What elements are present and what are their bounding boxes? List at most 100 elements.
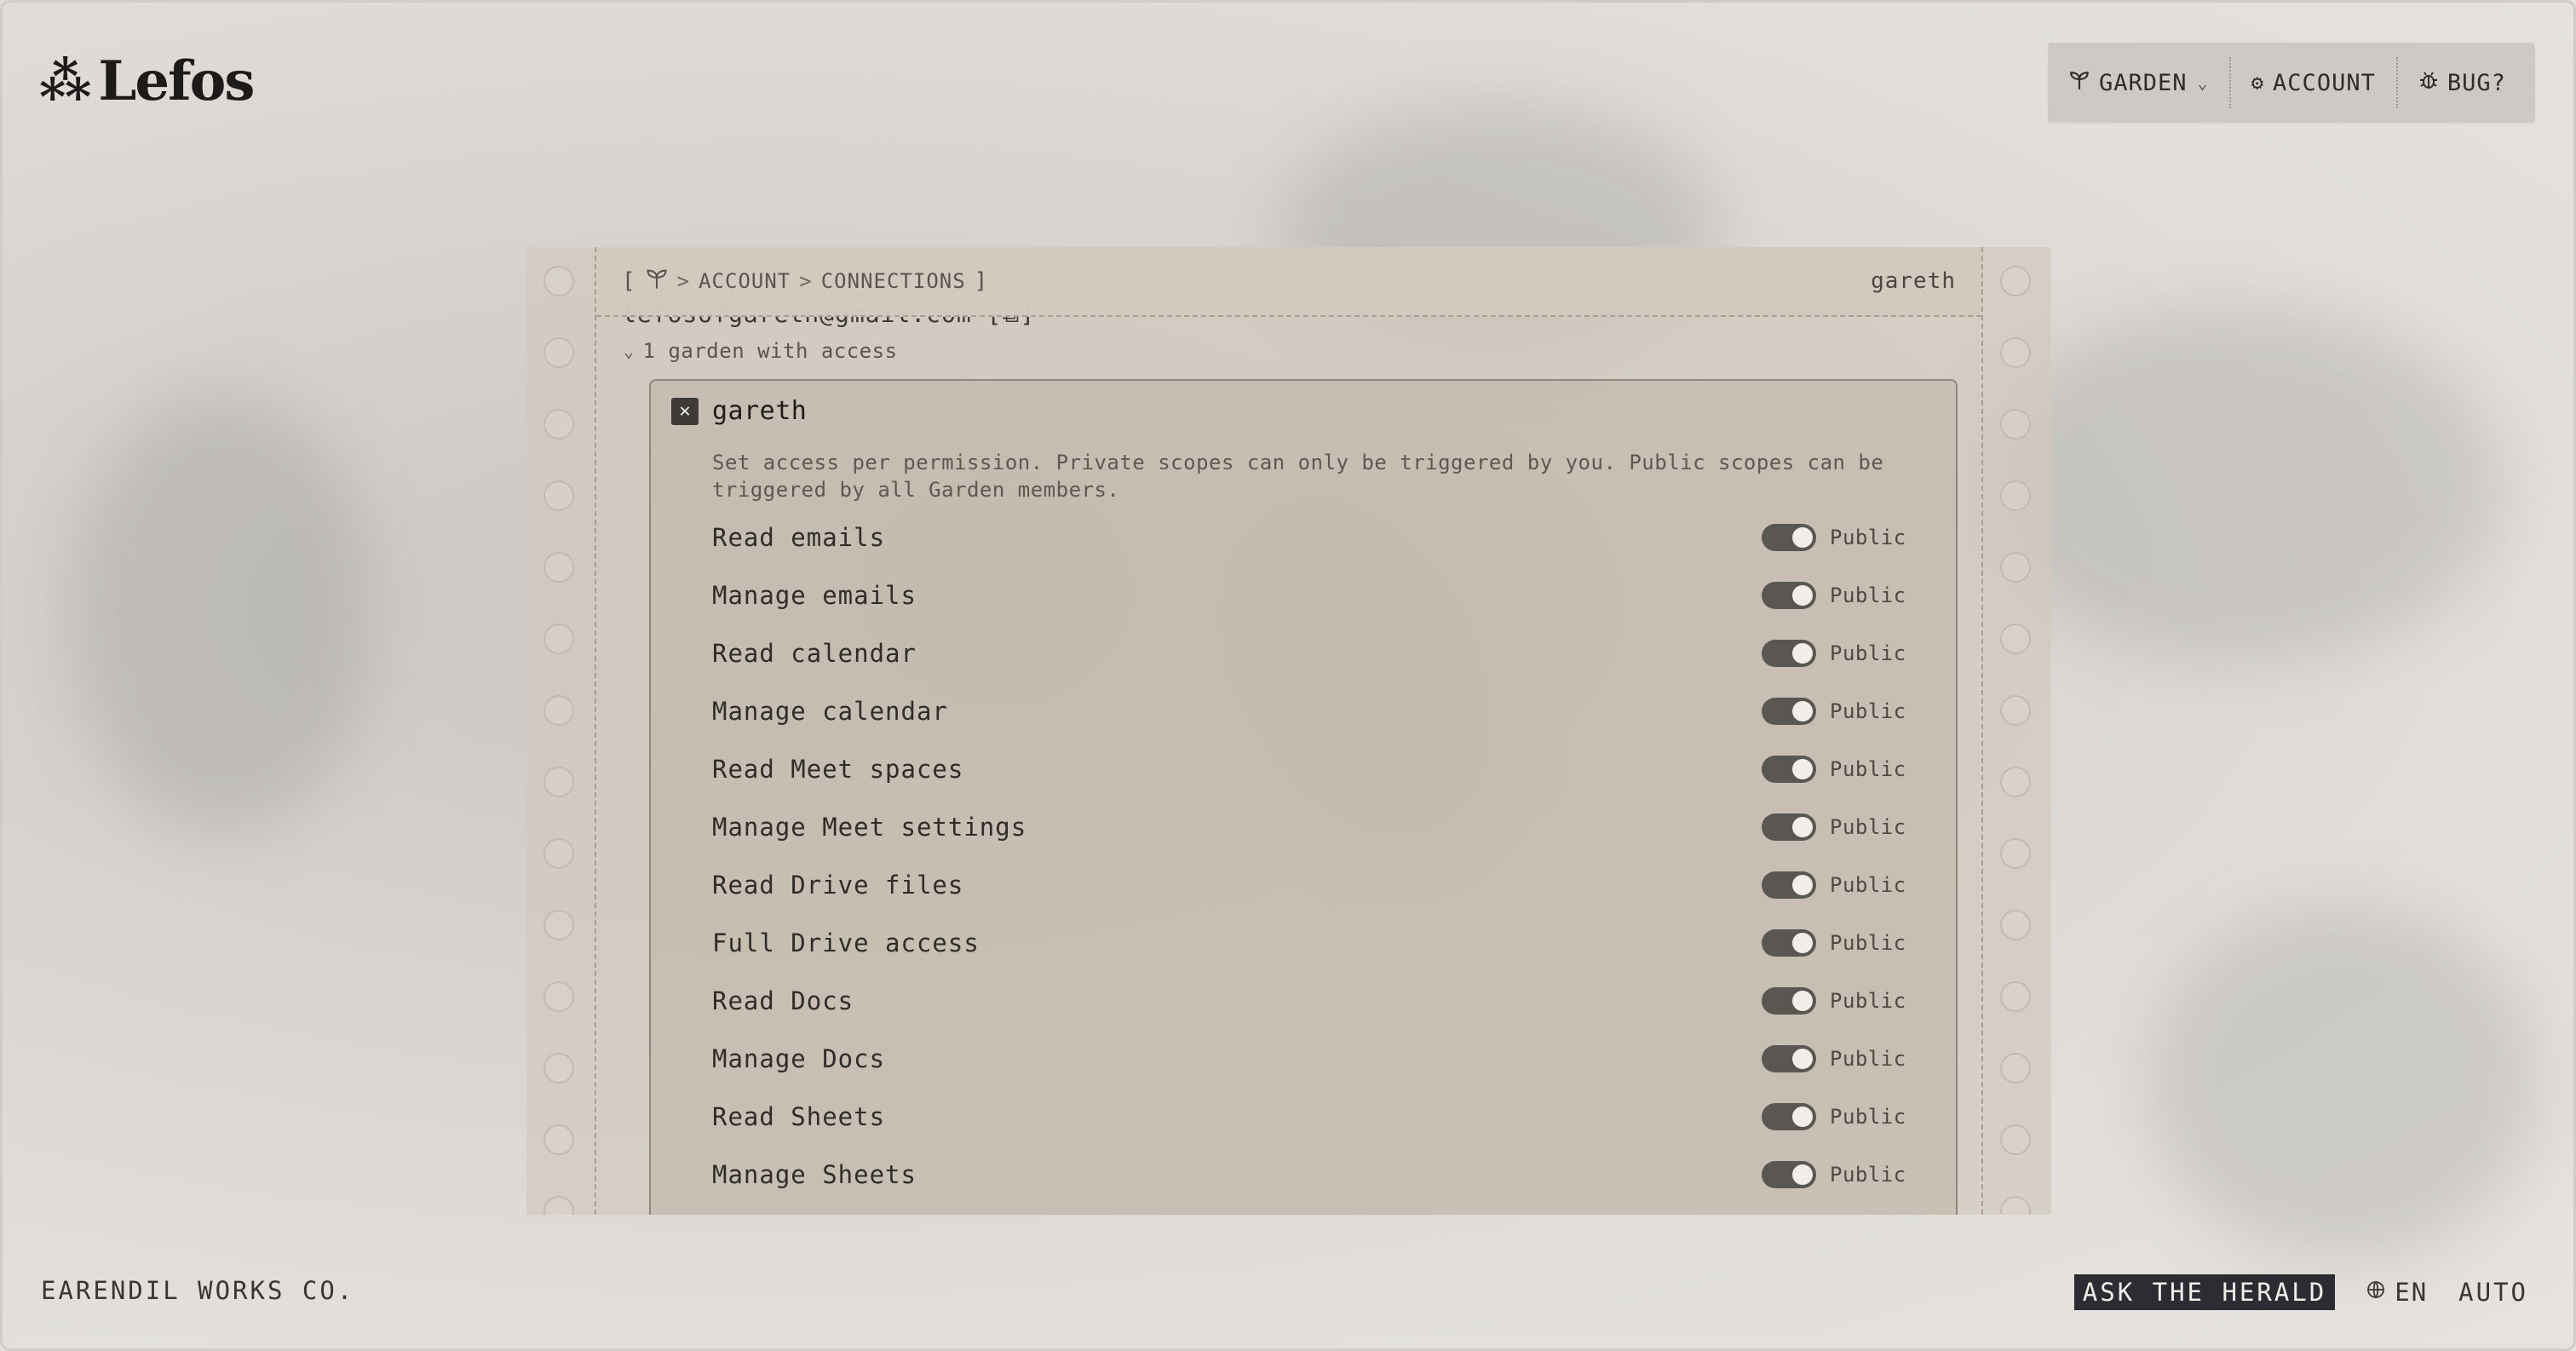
perforation-hole bbox=[2000, 480, 2031, 511]
connections-panel: [ > ACCOUNT > CONNECTIONS ] gareth lefos… bbox=[526, 247, 2051, 1215]
permission-scope-control: Public bbox=[1762, 756, 1908, 783]
perforation-hole bbox=[543, 1053, 574, 1084]
bug-icon bbox=[2418, 70, 2439, 95]
sprout-icon bbox=[2068, 69, 2090, 96]
permission-scope-control: Public bbox=[1762, 813, 1908, 841]
permission-name: Manage Meet settings bbox=[712, 813, 1027, 842]
scope-toggle[interactable] bbox=[1762, 987, 1816, 1015]
permission-row: Manage emails Public bbox=[712, 566, 1908, 624]
theme-toggle[interactable]: AUTO bbox=[2458, 1278, 2528, 1307]
perforation-hole bbox=[543, 266, 574, 296]
perforation-hole bbox=[2000, 337, 2031, 368]
perforation-hole bbox=[2000, 1053, 2031, 1084]
garden-access-toggle[interactable]: ⌄ 1 garden with access bbox=[624, 339, 898, 363]
panel-content: [ > ACCOUNT > CONNECTIONS ] gareth lefos… bbox=[595, 247, 1983, 1215]
permission-scope-control: Public bbox=[1762, 524, 1908, 551]
scope-toggle[interactable] bbox=[1762, 640, 1816, 667]
garden-menu-button[interactable]: GARDEN ⌄ bbox=[2048, 43, 2229, 123]
account-label: ACCOUNT bbox=[2273, 69, 2376, 96]
permission-row: Read calendar Public bbox=[712, 624, 1908, 682]
perforation-hole bbox=[2000, 409, 2031, 440]
perforation-hole bbox=[2000, 838, 2031, 869]
perforation-hole bbox=[543, 838, 574, 869]
sprout-icon[interactable] bbox=[645, 267, 669, 296]
perforation-hole bbox=[2000, 1124, 2031, 1155]
permission-row: Read Sheets Public bbox=[712, 1088, 1908, 1146]
permission-scope-control: Public bbox=[1762, 929, 1908, 957]
scope-toggle[interactable] bbox=[1762, 871, 1816, 899]
current-user-name: gareth bbox=[1871, 268, 1956, 294]
breadcrumb-connections: CONNECTIONS bbox=[820, 269, 966, 293]
perforation-hole bbox=[543, 409, 574, 440]
permission-row: Read Docs Public bbox=[712, 972, 1908, 1030]
perforation-hole bbox=[2000, 695, 2031, 726]
garden-card-header: ✕ gareth bbox=[671, 396, 807, 426]
perforation-hole bbox=[543, 337, 574, 368]
logo-text: Lefos bbox=[98, 49, 255, 113]
permission-name: Read Drive files bbox=[712, 871, 964, 900]
bug-label: BUG? bbox=[2447, 69, 2506, 96]
permission-scope-control: Public bbox=[1762, 871, 1908, 899]
scope-label: Public bbox=[1830, 873, 1906, 897]
footer-controls: ASK THE HERALD EN AUTO bbox=[2073, 1274, 2528, 1310]
scope-label: Public bbox=[1830, 1163, 1906, 1187]
account-button[interactable]: ⚙ ACCOUNT bbox=[2231, 43, 2396, 123]
permission-scope-control: Public bbox=[1762, 1045, 1908, 1072]
perforation-hole bbox=[543, 695, 574, 726]
permission-scope-control: Public bbox=[1762, 698, 1908, 725]
scope-toggle[interactable] bbox=[1762, 1161, 1816, 1188]
permission-name: Read Sheets bbox=[712, 1102, 886, 1131]
toggle-knob bbox=[1792, 643, 1813, 664]
scope-label: Public bbox=[1830, 989, 1906, 1013]
app-logo[interactable]: ⁂ Lefos bbox=[39, 46, 255, 118]
toggle-knob bbox=[1792, 1107, 1813, 1127]
scope-toggle[interactable] bbox=[1762, 698, 1816, 725]
breadcrumb-close-bracket: ] bbox=[974, 268, 989, 294]
language-label: EN bbox=[2395, 1278, 2429, 1307]
scope-label: Public bbox=[1830, 526, 1906, 549]
permission-row: Manage Docs Public bbox=[712, 1030, 1908, 1088]
permission-scope-control: Public bbox=[1762, 640, 1908, 667]
scope-toggle[interactable] bbox=[1762, 756, 1816, 783]
scope-toggle[interactable] bbox=[1762, 813, 1816, 841]
breadcrumb-separator: > bbox=[676, 269, 691, 293]
chevron-down-icon: ⌄ bbox=[2197, 72, 2209, 93]
scope-label: Public bbox=[1830, 584, 1906, 607]
permission-name: Read Meet spaces bbox=[712, 755, 964, 784]
perforation-right bbox=[1983, 247, 2051, 1215]
logo-mark-icon: ⁂ bbox=[39, 52, 92, 112]
permission-name: Read calendar bbox=[712, 639, 917, 668]
perforation-hole bbox=[543, 1196, 574, 1215]
garden-permissions-card: ✕ gareth Set access per permission. Priv… bbox=[649, 379, 1958, 1215]
bug-report-button[interactable]: BUG? bbox=[2398, 43, 2527, 123]
perforation-hole bbox=[543, 624, 574, 654]
toggle-knob bbox=[1792, 759, 1813, 779]
remove-garden-button[interactable]: ✕ bbox=[671, 397, 699, 425]
permission-name: Manage calendar bbox=[712, 697, 948, 726]
permission-list: Read emails Public Manage emails Public Read… bbox=[712, 509, 1908, 1204]
permission-row: Manage calendar Public bbox=[712, 682, 1908, 740]
scope-toggle[interactable] bbox=[1762, 929, 1816, 957]
perforation-hole bbox=[2000, 266, 2031, 296]
toggle-knob bbox=[1792, 585, 1813, 606]
top-nav: GARDEN ⌄ ⚙ ACCOUNT BUG? bbox=[2048, 43, 2535, 123]
permission-row: Manage Meet settings Public bbox=[712, 798, 1908, 856]
scope-toggle[interactable] bbox=[1762, 1103, 1816, 1130]
permission-name: Read Docs bbox=[712, 986, 854, 1015]
permission-name: Manage emails bbox=[712, 581, 917, 610]
scope-toggle[interactable] bbox=[1762, 582, 1816, 609]
breadcrumb-separator: > bbox=[799, 269, 813, 293]
permission-scope-control: Public bbox=[1762, 1161, 1908, 1188]
permission-row: Read Meet spaces Public bbox=[712, 740, 1908, 798]
language-selector[interactable]: EN bbox=[2366, 1278, 2428, 1307]
scope-toggle[interactable] bbox=[1762, 1045, 1816, 1072]
perforation-hole bbox=[2000, 552, 2031, 583]
panel-topbar: [ > ACCOUNT > CONNECTIONS ] gareth bbox=[596, 247, 1981, 317]
toggle-knob bbox=[1792, 1164, 1813, 1185]
scope-label: Public bbox=[1830, 1047, 1906, 1071]
perforation-hole bbox=[543, 480, 574, 511]
ask-herald-button[interactable]: ASK THE HERALD bbox=[2073, 1274, 2336, 1310]
breadcrumb-account-link[interactable]: ACCOUNT bbox=[699, 269, 791, 293]
gear-icon: ⚙ bbox=[2251, 71, 2265, 95]
scope-toggle[interactable] bbox=[1762, 524, 1816, 551]
